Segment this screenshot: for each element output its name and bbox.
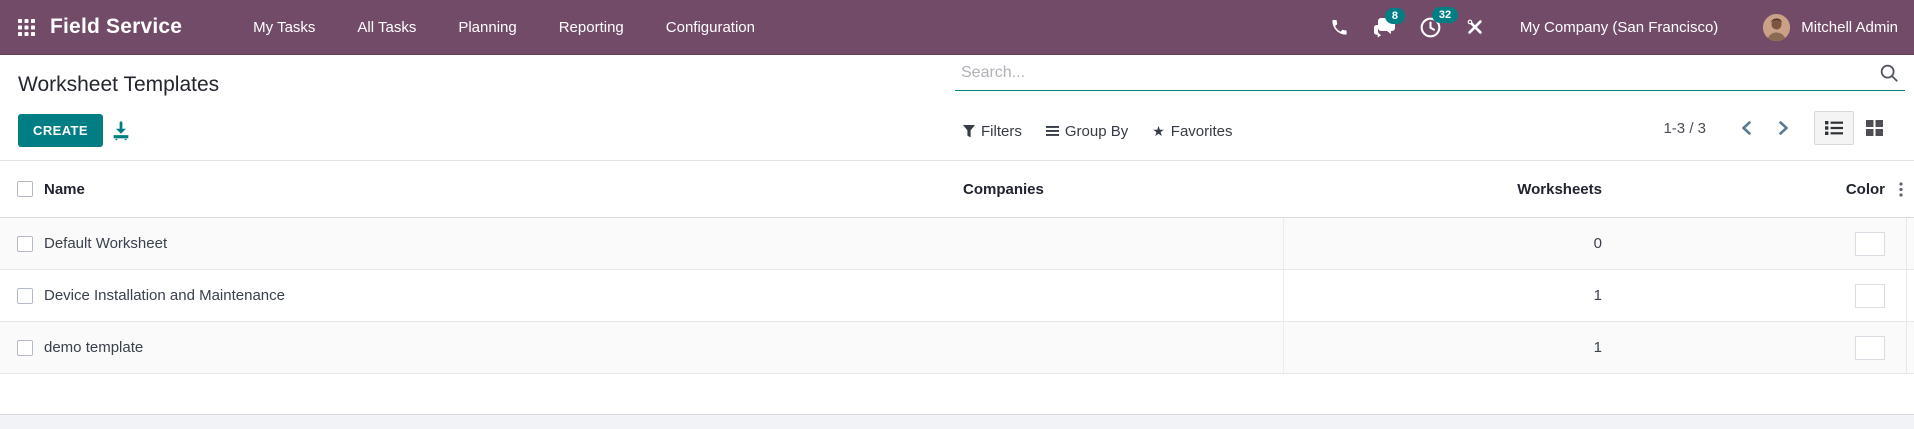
systray: 8 32 My Company (San Francisco) Mitchell… — [1330, 6, 1898, 41]
color-swatch — [1855, 231, 1885, 256]
list-view-button[interactable] — [1814, 111, 1854, 145]
funnel-icon — [963, 124, 975, 137]
main-menu: My Tasks All Tasks Planning Reporting Co… — [253, 19, 755, 36]
group-by-icon — [1045, 126, 1059, 136]
template-name: Device Installation and Maintenance — [44, 287, 285, 304]
activities-clock-icon[interactable]: 32 — [1419, 6, 1459, 39]
filters-button[interactable]: Filters — [963, 123, 1022, 140]
page-footer-strip — [0, 414, 1914, 429]
search-icon[interactable] — [1879, 63, 1899, 83]
create-button[interactable]: CREATE — [18, 114, 103, 147]
menu-all-tasks[interactable]: All Tasks — [357, 19, 416, 36]
pager-previous-button[interactable] — [1732, 116, 1760, 140]
table-row[interactable]: demo template 1 — [0, 322, 1914, 374]
worksheet-templates-list: Name Companies Worksheets Color Default … — [0, 161, 1914, 374]
menu-planning[interactable]: Planning — [458, 19, 516, 36]
column-header-name[interactable]: Name — [44, 181, 963, 198]
column-header-worksheets[interactable]: Worksheets — [1283, 181, 1615, 198]
kanban-view-button[interactable] — [1854, 111, 1894, 145]
favorites-button[interactable]: ★ Favorites — [1152, 123, 1232, 140]
template-worksheets-count: 1 — [1283, 270, 1615, 321]
company-switcher[interactable]: My Company (San Francisco) — [1520, 19, 1718, 36]
messages-badge: 8 — [1384, 7, 1406, 24]
app-title[interactable]: Field Service — [50, 15, 182, 39]
user-avatar[interactable] — [1763, 13, 1791, 41]
menu-my-tasks[interactable]: My Tasks — [253, 19, 315, 36]
voip-phone-icon[interactable] — [1330, 18, 1349, 37]
table-header-row: Name Companies Worksheets Color — [0, 161, 1914, 218]
grid-icon — [18, 18, 35, 36]
color-swatch — [1855, 283, 1885, 308]
optional-columns-toggle[interactable] — [1888, 181, 1914, 197]
row-checkbox[interactable] — [17, 235, 33, 252]
export-download-icon[interactable] — [110, 120, 132, 142]
color-swatch — [1855, 335, 1885, 360]
top-navbar: Field Service My Tasks All Tasks Plannin… — [0, 0, 1914, 55]
user-menu[interactable]: Mitchell Admin — [1801, 19, 1898, 36]
template-worksheets-count: 1 — [1283, 322, 1615, 373]
activities-badge: 32 — [1431, 6, 1459, 23]
column-header-companies[interactable]: Companies — [963, 181, 1283, 198]
template-name: Default Worksheet — [44, 235, 168, 252]
kanban-view-icon — [1865, 120, 1883, 136]
view-switcher — [1814, 111, 1894, 145]
select-all-checkbox[interactable] — [17, 181, 33, 197]
menu-configuration[interactable]: Configuration — [666, 19, 755, 36]
search-input[interactable] — [955, 63, 1879, 82]
list-view-icon — [1825, 121, 1843, 135]
search-bar — [955, 55, 1905, 91]
table-row[interactable]: Device Installation and Maintenance 1 — [0, 270, 1914, 322]
table-row[interactable]: Default Worksheet 0 — [0, 218, 1914, 270]
star-icon: ★ — [1152, 123, 1165, 139]
group-by-button[interactable]: Group By — [1045, 123, 1128, 140]
template-worksheets-count: 0 — [1283, 218, 1615, 269]
row-checkbox[interactable] — [17, 339, 33, 356]
menu-reporting[interactable]: Reporting — [559, 19, 624, 36]
kebab-menu-icon — [1899, 181, 1903, 197]
pager: 1-3 / 3 — [1663, 110, 1894, 146]
column-header-color[interactable]: Color — [1615, 181, 1888, 198]
row-checkbox[interactable] — [17, 287, 33, 304]
pager-value[interactable]: 1-3 / 3 — [1663, 120, 1706, 137]
search-options: Filters Group By ★ Favorites — [963, 119, 1232, 143]
table-right-divider — [1906, 218, 1907, 374]
template-name: demo template — [44, 339, 144, 356]
messages-icon[interactable]: 8 — [1372, 7, 1406, 38]
tools-wrench-icon[interactable] — [1465, 17, 1485, 37]
page-title: Worksheet Templates — [18, 73, 220, 96]
apps-menu-icon[interactable] — [18, 18, 35, 36]
pager-next-button[interactable] — [1770, 116, 1798, 140]
